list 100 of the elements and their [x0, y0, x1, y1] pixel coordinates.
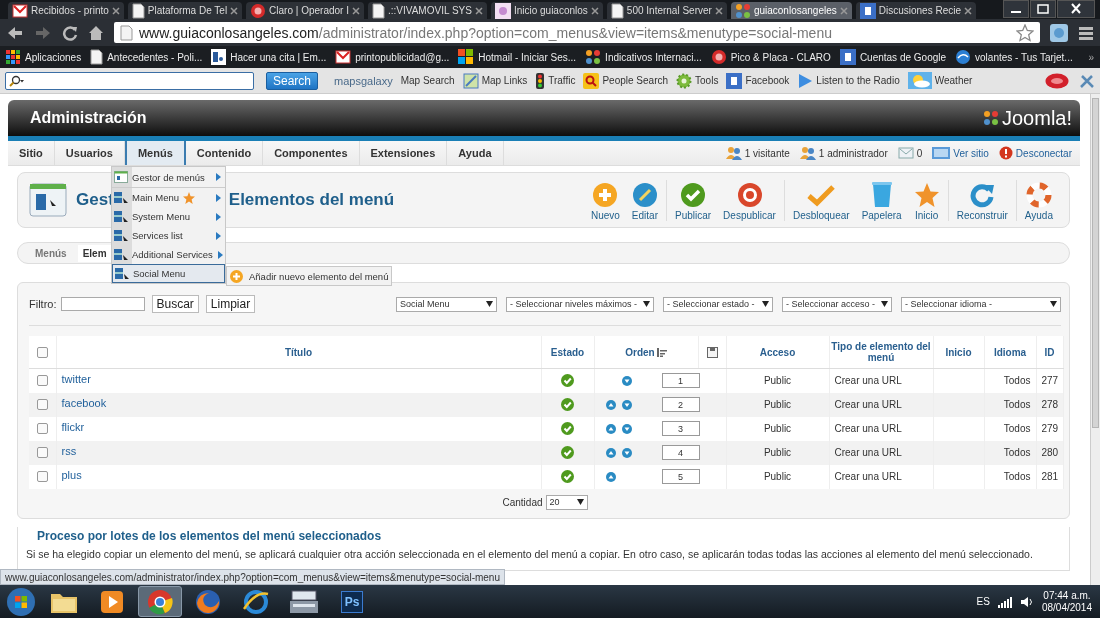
toolbar-link[interactable]: Tools	[676, 72, 719, 89]
bookmark[interactable]: volantes - Tus Tarjet...	[955, 49, 1073, 65]
filter-select[interactable]: - Seleccionar acceso -	[782, 296, 892, 312]
published-check-icon[interactable]	[561, 374, 574, 388]
item-title-link[interactable]: flickr	[61, 420, 85, 433]
order-field[interactable]: 1	[661, 373, 700, 389]
volume-icon[interactable]	[1019, 595, 1034, 608]
submenu-tab[interactable]: Elem	[77, 244, 112, 262]
menu-item[interactable]: Extensiones	[359, 141, 448, 165]
toolbar-link[interactable]: Facebook	[726, 72, 790, 89]
start-icon[interactable]	[6, 586, 36, 617]
back-icon[interactable]	[6, 24, 24, 41]
toolbar-link[interactable]: Traffic	[535, 72, 576, 89]
row-checkbox[interactable]	[36, 447, 48, 458]
order-field[interactable]: 5	[661, 469, 700, 484]
bookmark[interactable]: Antecedentes - Poli...	[90, 49, 203, 65]
submenu-item[interactable]: Añadir nuevo elemento del menú	[226, 266, 392, 286]
column-header[interactable]: ID	[1044, 346, 1055, 358]
published-check-icon[interactable]	[561, 398, 574, 411]
browser-tab[interactable]: Discusiones Recie	[855, 2, 976, 19]
menu-item[interactable]: Usuarios	[54, 141, 125, 165]
browser-tab[interactable]: Claro | Operador I	[246, 2, 364, 19]
home-icon[interactable]	[88, 24, 104, 41]
media-player-icon[interactable]	[100, 589, 124, 614]
dropdown-item[interactable]: Main Menu	[112, 188, 225, 207]
minimize-icon[interactable]	[1003, 0, 1029, 18]
column-header[interactable]: Tipo de elemento del menú	[830, 341, 932, 363]
filter-select[interactable]: Social Menu	[396, 296, 497, 312]
dropdown-item[interactable]: Social Menu	[112, 264, 225, 283]
language-indicator[interactable]: ES	[976, 596, 990, 607]
bookmark[interactable]: Hacer una cita | Em...	[211, 49, 327, 65]
search-button[interactable]: Search	[266, 71, 318, 90]
maximize-icon[interactable]	[1030, 0, 1056, 18]
move-up-icon[interactable]	[605, 447, 616, 458]
menu-item[interactable]: Ayuda	[447, 141, 504, 165]
dropdown-item[interactable]: System Menu	[112, 207, 225, 226]
bookmark[interactable]: Hotmail - Iniciar Ses...	[458, 49, 577, 65]
row-checkbox[interactable]	[36, 423, 48, 434]
toolbar-link[interactable]: People Search	[583, 72, 669, 89]
bookmark-star-icon[interactable]	[1016, 23, 1034, 42]
column-header[interactable]: Acceso	[759, 346, 796, 358]
published-check-icon[interactable]	[561, 422, 574, 435]
move-down-icon[interactable]	[621, 447, 632, 458]
filter-select[interactable]: - Seleccionar estado -	[663, 296, 773, 312]
row-checkbox[interactable]	[36, 471, 48, 482]
dropdown-item[interactable]: Services list	[112, 226, 225, 245]
toolbar-link[interactable]: Listen to the Radio	[797, 72, 900, 89]
move-down-icon[interactable]	[621, 423, 632, 434]
toolbar-button[interactable]: Publicar	[674, 181, 712, 221]
move-up-icon[interactable]	[605, 399, 616, 410]
toolbar-link[interactable]: Map Links	[462, 72, 528, 89]
filter-select[interactable]: - Seleccionar niveles máximos -	[506, 296, 654, 312]
dropdown-item[interactable]: Additional Services	[112, 245, 225, 264]
order-field[interactable]: 2	[661, 397, 700, 412]
browser-tab[interactable]: guiaconlosangeles	[730, 2, 852, 19]
toolbar-button[interactable]: Desbloquear	[792, 181, 850, 221]
order-field[interactable]: 3	[661, 421, 700, 436]
move-up-icon[interactable]	[605, 423, 616, 434]
column-header[interactable]: Inicio	[945, 346, 972, 358]
browser-tab[interactable]: Inicio guiaconlos	[490, 2, 603, 19]
published-check-icon[interactable]	[561, 446, 574, 459]
item-title-link[interactable]: facebook	[61, 396, 107, 409]
item-title-link[interactable]: plus	[61, 468, 82, 481]
status-link[interactable]: Desconectar	[998, 146, 1072, 160]
chrome-icon[interactable]	[147, 588, 173, 615]
ask-logo-icon[interactable]	[1045, 72, 1069, 89]
cash-register-icon[interactable]	[289, 589, 319, 614]
published-check-icon[interactable]	[561, 470, 574, 483]
filter-select[interactable]: - Seleccionar idioma -	[901, 296, 1061, 312]
toolbar-button[interactable]: Ayuda	[1024, 181, 1053, 221]
save-icon[interactable]	[706, 346, 718, 358]
toolbar-button[interactable]: Editar	[631, 181, 658, 221]
browser-tab[interactable]: Recibidos - printo	[8, 2, 124, 19]
filter-field[interactable]	[60, 297, 145, 311]
scrollbar[interactable]	[1090, 94, 1100, 585]
extension-icon[interactable]	[1050, 23, 1068, 42]
bookmark[interactable]: Cuentas de Google	[839, 49, 947, 65]
move-down-icon[interactable]	[621, 375, 632, 386]
bookmark[interactable]: Aplicaciones	[6, 49, 82, 65]
menu-icon[interactable]	[1078, 25, 1094, 40]
firefox-icon[interactable]	[195, 588, 221, 615]
menu-item[interactable]: Sitio	[8, 141, 55, 165]
item-title-link[interactable]: twitter	[61, 373, 91, 385]
item-title-link[interactable]: rss	[61, 444, 77, 457]
reload-icon[interactable]	[62, 24, 78, 41]
menu-item[interactable]: Componentes	[263, 141, 360, 165]
more-bookmarks[interactable]: »	[1088, 51, 1094, 63]
toolbar-button[interactable]: Nuevo	[590, 181, 620, 221]
bookmark[interactable]: Pico & Placa - CLARO	[710, 49, 831, 65]
browser-tab[interactable]: 500 Internal Server	[606, 2, 727, 19]
row-checkbox[interactable]	[36, 375, 48, 387]
bookmark[interactable]: Indicativos Internaci...	[585, 49, 702, 65]
toolbar-link[interactable]: Map Search	[400, 75, 455, 86]
move-down-icon[interactable]	[621, 399, 632, 410]
toolbar-button[interactable]: Despublicar	[723, 181, 776, 221]
search-field[interactable]	[5, 71, 254, 90]
toolbar-button[interactable]: Papelera	[861, 179, 902, 221]
toolbar-button[interactable]: Reconstruir	[956, 181, 1008, 221]
filter-button[interactable]: Limpiar	[205, 295, 256, 313]
browser-tab[interactable]: Plataforma De Tel	[127, 2, 243, 19]
